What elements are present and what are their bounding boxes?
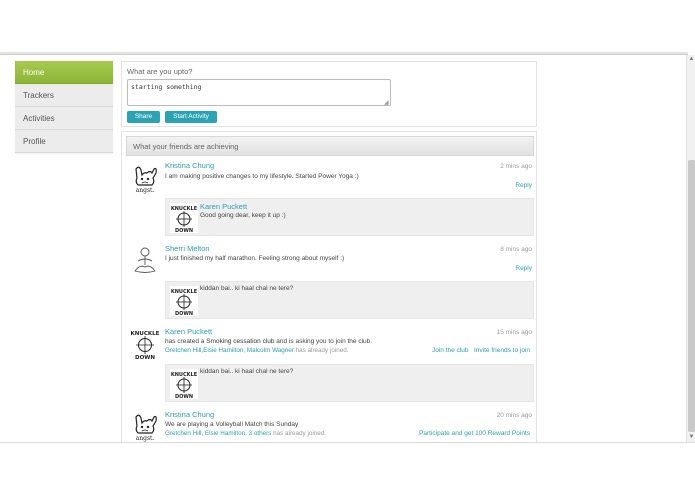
meditating-figure-avatar[interactable] bbox=[130, 245, 160, 277]
page-scrollbar[interactable]: ▲ ▼ bbox=[686, 55, 695, 442]
svg-text:DOWN: DOWN bbox=[175, 394, 193, 399]
post-author[interactable]: Kristina Chung bbox=[165, 161, 214, 170]
scroll-up-icon[interactable]: ▲ bbox=[687, 55, 695, 64]
comment-text: kiddan bai.. ki haal chal ne tere? bbox=[200, 285, 294, 292]
status-composer: What are you upto? starting something ◢ … bbox=[121, 61, 537, 127]
post-author[interactable]: Kristina Chung bbox=[165, 410, 214, 419]
comment: KNUCKLE DOWN Karen Puckett Good going de… bbox=[165, 198, 534, 236]
feed-title: What your friends are achieving bbox=[126, 136, 534, 156]
comment-text: Good going dear, keep it up :) bbox=[200, 212, 286, 219]
start-activity-button[interactable]: Start Activity bbox=[165, 111, 217, 123]
post-text-after: and is asking you to join the club. bbox=[274, 338, 373, 345]
reply-link[interactable]: Reply bbox=[515, 265, 532, 272]
post-text: I just finished my half marathon. Feelin… bbox=[165, 255, 345, 262]
bottom-divider bbox=[0, 442, 695, 443]
join-club-link[interactable]: Join the club bbox=[432, 347, 469, 354]
knuckle-down-avatar[interactable]: KNUCKLE DOWN bbox=[170, 286, 198, 316]
post-text-before: has created a bbox=[165, 338, 207, 345]
feed-post: Sherri Melton 8 mins ago I just finished… bbox=[128, 244, 534, 323]
feed-post: angst. Kristina Chung 20 mins ago We are… bbox=[128, 410, 534, 442]
sidebar-item-activities[interactable]: Activities bbox=[15, 107, 113, 130]
post-author[interactable]: Sherri Melton bbox=[165, 244, 210, 253]
composer-label: What are you upto? bbox=[127, 67, 193, 76]
post-time: 8 mins ago bbox=[500, 246, 532, 253]
svg-text:DOWN: DOWN bbox=[175, 228, 193, 233]
joined-friends-links[interactable]: Gretchen Hill,Elsie Hamilton, Malcolm Wa… bbox=[165, 347, 294, 354]
knuckle-down-avatar[interactable]: KNUCKLE DOWN bbox=[170, 369, 198, 399]
activity-feed: What your friends are achieving angst. K… bbox=[121, 131, 537, 442]
post-text: has created a Smoking cessation club and… bbox=[165, 338, 372, 345]
scrollbar-thumb[interactable] bbox=[688, 160, 695, 432]
joined-friends-links[interactable]: Gretchen Hill, Elsie Hamilton, 3 others bbox=[165, 430, 271, 437]
post-time: 2 mins ago bbox=[500, 163, 532, 170]
scroll-down-icon[interactable]: ▼ bbox=[687, 433, 695, 442]
post-author[interactable]: Karen Puckett bbox=[165, 327, 212, 336]
knuckle-down-avatar[interactable]: KNUCKLE DOWN bbox=[170, 203, 198, 233]
sidebar-nav: Home Trackers Activities Profile bbox=[15, 61, 113, 153]
comment: KNUCKLE DOWN kiddan bai.. ki haal chal n… bbox=[165, 364, 534, 402]
feed-post: KNUCKLE DOWN Karen Puckett 15 mins ago h… bbox=[128, 327, 534, 406]
joined-friends: Gretchen Hill,Elsie Hamilton, Malcolm Wa… bbox=[165, 347, 349, 354]
post-time: 20 mins ago bbox=[496, 412, 532, 419]
status-input[interactable]: starting something bbox=[127, 79, 391, 106]
sidebar-item-trackers[interactable]: Trackers bbox=[15, 84, 113, 107]
comment-author[interactable]: Karen Puckett bbox=[200, 202, 247, 211]
svg-text:angst.: angst. bbox=[136, 435, 155, 442]
top-divider bbox=[0, 52, 688, 55]
svg-text:angst.: angst. bbox=[136, 187, 155, 194]
comment-text: kiddan bai.. ki haal chal ne tere? bbox=[200, 368, 294, 375]
joined-friends: Gretchen Hill, Elsie Hamilton, 3 others … bbox=[165, 430, 326, 437]
club-link[interactable]: Smoking cessation club bbox=[206, 338, 274, 345]
svg-text:DOWN: DOWN bbox=[175, 311, 193, 316]
comment: KNUCKLE DOWN kiddan bai.. ki haal chal n… bbox=[165, 281, 534, 319]
joined-suffix: has already joined. bbox=[293, 347, 349, 354]
angst-bunny-avatar[interactable]: angst. bbox=[130, 164, 160, 194]
post-text: We are playing a Volleyball Match this S… bbox=[165, 421, 299, 428]
post-time: 15 mins ago bbox=[496, 329, 532, 336]
sidebar-item-home[interactable]: Home bbox=[15, 61, 113, 84]
angst-bunny-avatar[interactable]: angst. bbox=[130, 412, 160, 442]
feed-post: angst. Kristina Chung 2 mins ago I am ma… bbox=[128, 161, 534, 240]
joined-suffix: has already joined. bbox=[271, 430, 326, 437]
invite-friends-link[interactable]: Invite friends to join bbox=[474, 347, 530, 354]
resize-grip-icon[interactable]: ◢ bbox=[384, 100, 390, 106]
post-text: I am making positive changes to my lifes… bbox=[165, 173, 359, 180]
svg-text:DOWN: DOWN bbox=[135, 355, 155, 360]
knuckle-down-avatar[interactable]: KNUCKLE DOWN bbox=[130, 328, 160, 360]
sidebar-item-profile[interactable]: Profile bbox=[15, 130, 113, 153]
share-button[interactable]: Share bbox=[127, 111, 160, 123]
participate-link[interactable]: Participate and get 100 Reward Points bbox=[419, 430, 530, 437]
reply-link[interactable]: Reply bbox=[515, 182, 532, 189]
